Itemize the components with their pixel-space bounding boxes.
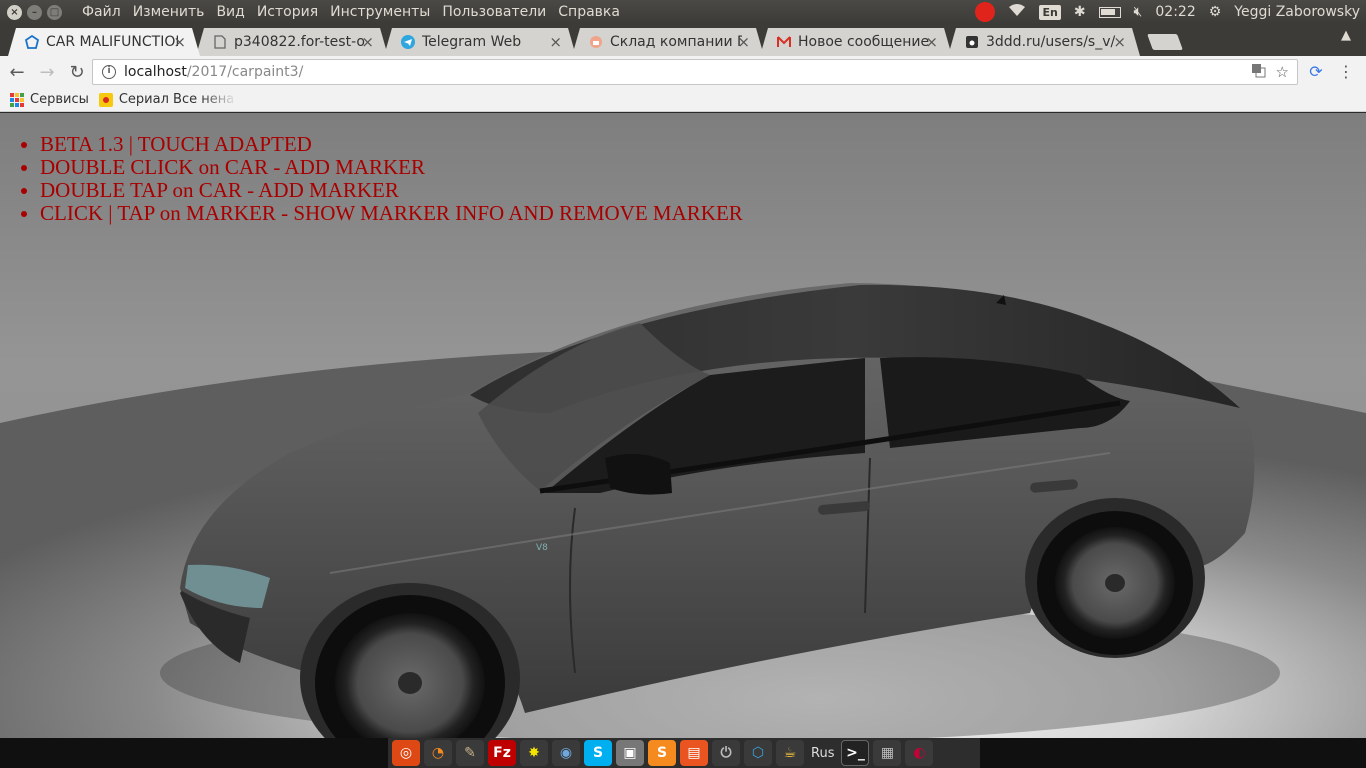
url-path: /2017/carpaint3/ [186,64,304,80]
close-icon[interactable]: × [549,33,562,51]
star-icon[interactable]: ☆ [1276,63,1289,82]
forward-arrow-icon[interactable]: → [34,59,60,85]
url-host: localhost [124,64,187,80]
chromium-icon[interactable]: ◉ [552,740,580,766]
telegram-icon [400,34,416,50]
tab-title: Склад компании Г/ [610,34,742,50]
close-icon[interactable]: × [737,33,750,51]
instruction-item: BETA 1.3 | TOUCH ADAPTED [40,133,743,156]
reload-icon[interactable]: ↻ [64,59,90,85]
menu-history[interactable]: История [251,4,324,20]
window-minimize-icon[interactable]: – [27,4,42,20]
new-tab-button[interactable] [1147,34,1183,50]
car-mirror [605,454,672,495]
info-icon[interactable]: i [102,65,116,79]
battery-icon[interactable] [1098,6,1121,18]
page-viewport: V8 BETA 1.3 | TOUCH ADAPTED DOUBLE CLICK… [0,113,1366,738]
terminal-icon[interactable]: >_ [841,740,870,766]
menu-view[interactable]: Вид [210,4,250,20]
java-icon[interactable]: ☕ [776,740,804,766]
tab-title: CAR MALIFUNCTIOI [46,34,178,50]
bookmark-apps[interactable]: Сервисы [10,92,89,107]
warehouse-icon [588,34,604,50]
clock[interactable]: 02:22 [1155,4,1195,20]
camera-icon[interactable]: ▣ [616,740,644,766]
blender-icon[interactable]: ◔ [424,740,452,766]
page-icon [212,34,228,50]
tab-telegram[interactable]: Telegram Web × [384,28,576,56]
close-icon[interactable]: × [925,33,938,51]
instruction-item: CLICK | TAP on MARKER - SHOW MARKER INFO… [40,202,743,225]
bookmark-label: Сериал Все нена [118,92,235,107]
back-arrow-icon[interactable]: ← [4,59,30,85]
sun-icon[interactable]: ✸ [520,740,548,766]
menu-edit[interactable]: Изменить [127,4,211,20]
tab-title: p340822.for-test-on [234,34,366,50]
skype-icon[interactable]: S [584,740,612,766]
sync-extension-icon[interactable]: ⟳ [1306,62,1326,82]
three-js-icon[interactable]: ⬡ [744,740,772,766]
menu-icon[interactable]: ⋮ [1338,62,1354,81]
instruction-item: DOUBLE TAP on CAR - ADD MARKER [40,179,743,202]
bluetooth-icon[interactable]: ✱ [1074,4,1086,20]
menu-tools[interactable]: Инструменты [324,4,436,20]
tab-gmail[interactable]: Новое сообщение × [760,28,952,56]
tab-strip: CAR MALIFUNCTIOI × p340822.for-test-on ×… [0,24,1366,56]
close-icon[interactable]: × [173,33,186,51]
keyboard-layout-indicator[interactable]: En [1039,4,1061,20]
bookmark-label: Сервисы [30,92,89,107]
close-icon[interactable]: × [1113,33,1126,51]
bookmarks-bar: Сервисы Сериал Все нена [0,88,1366,112]
translate-icon[interactable] [1251,63,1266,82]
address-bar[interactable]: i localhost/2017/carpaint3/ ☆ [92,59,1298,85]
launcher-dock: ◎ ◔ ✎ Fz ✸ ◉ S ▣ S ▤ ⏻ ⬡ ☕ Rus >_ ▦ ◐ [388,738,980,768]
3ddd-icon [964,34,980,50]
three-js-icon [24,34,40,50]
files-icon[interactable]: ▤ [680,740,708,766]
app-menubar: Файл Изменить Вид История Инструменты По… [76,4,626,20]
sublime-icon[interactable]: S [648,740,676,766]
browser-toolbar: ← → ↻ i localhost/2017/carpaint3/ ☆ ⟳ ⋮ [0,56,1366,88]
power-icon[interactable]: ⏻ [712,740,740,766]
instructions-list: BETA 1.3 | TOUCH ADAPTED DOUBLE CLICK on… [40,133,743,225]
gmail-icon [776,34,792,50]
user-name[interactable]: Yeggi Zaborowsky [1234,4,1360,20]
car-badge: V8 [536,543,548,553]
window-maximize-icon[interactable]: □ [47,4,62,20]
rear-wheel [1037,511,1193,655]
tab-title: Telegram Web [422,34,522,50]
gear-icon[interactable]: ⚙ [1209,4,1222,20]
tab-car-malfunction[interactable]: CAR MALIFUNCTIOI × [8,28,200,56]
window-close-icon[interactable]: × [7,4,22,20]
serial-site-icon [98,92,113,107]
tab-title: Новое сообщение [798,34,930,50]
menu-file[interactable]: Файл [76,4,127,20]
dock-lang-label[interactable]: Rus [808,746,837,761]
ubuntu-logo-icon[interactable]: ◎ [392,740,420,766]
filezilla-icon[interactable]: Fz [488,740,516,766]
system-top-panel: × – □ Файл Изменить Вид История Инструме… [0,0,1366,24]
volume-muted-icon[interactable]: 🔇︎ [1134,4,1143,20]
tab-3ddd[interactable]: 3ddd.ru/users/s_v/ × [948,28,1140,56]
gimp-icon[interactable]: ✎ [456,740,484,766]
tab-title: 3ddd.ru/users/s_v/ [986,34,1116,50]
tab-warehouse[interactable]: Склад компании Г/ × [572,28,764,56]
windows-icon[interactable]: ▦ [873,740,902,766]
debian-icon[interactable]: ◐ [905,740,934,766]
wifi-icon[interactable] [1008,3,1026,21]
apps-grid-icon [10,92,24,107]
profile-icon[interactable]: ▲ [1336,28,1356,46]
recording-indicator-icon[interactable] [975,2,996,22]
menu-help[interactable]: Справка [552,4,626,20]
menu-users[interactable]: Пользователи [436,4,552,20]
close-icon[interactable]: × [361,33,374,51]
bookmark-serial[interactable]: Сериал Все нена [98,92,237,107]
instruction-item: DOUBLE CLICK on CAR - ADD MARKER [40,156,743,179]
tab-p340822[interactable]: p340822.for-test-on × [196,28,388,56]
